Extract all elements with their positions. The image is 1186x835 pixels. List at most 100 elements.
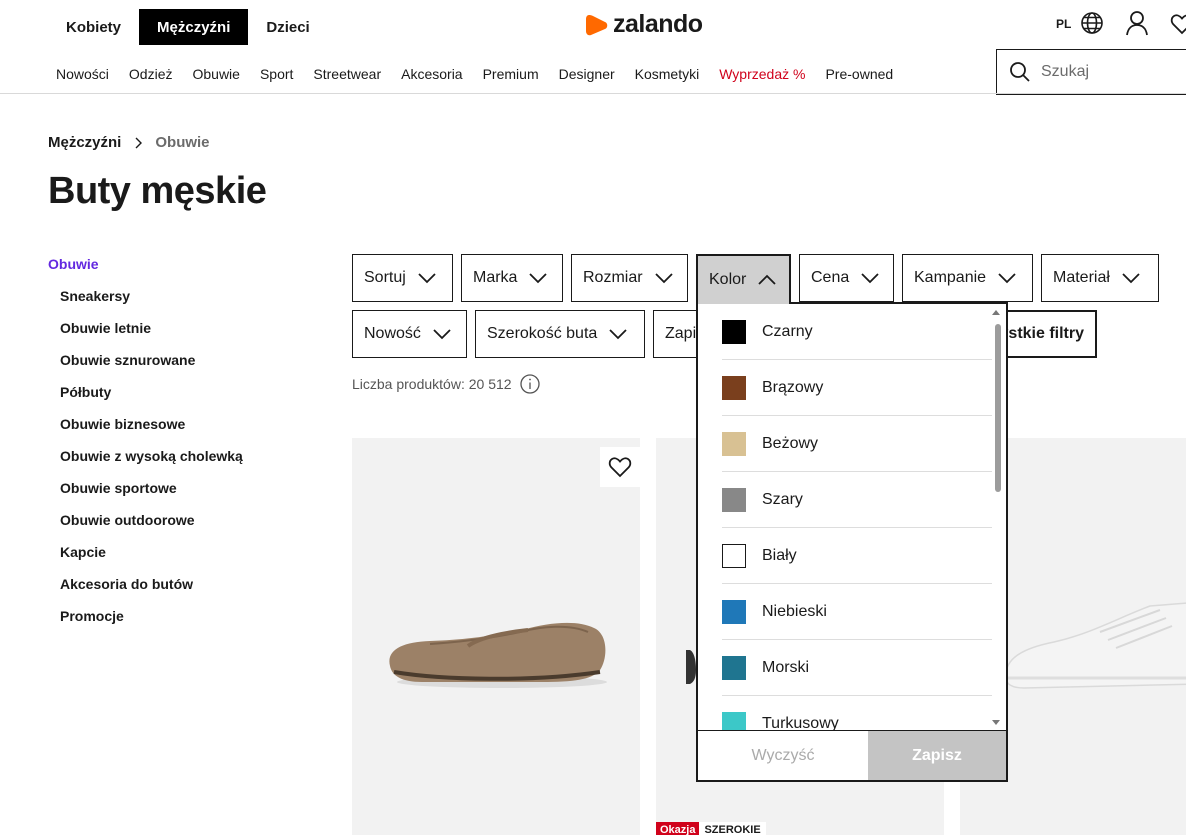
nav-item-premium[interactable]: Premium (483, 66, 539, 82)
language-selector[interactable]: PL (1056, 17, 1071, 31)
chevron-down-icon (418, 273, 436, 284)
color-option-label: Morski (762, 658, 810, 676)
nav-item-designer[interactable]: Designer (559, 66, 615, 82)
filter-size-button[interactable]: Rozmiar (571, 254, 688, 302)
color-swatch (722, 543, 746, 568)
sidebar-item-low-shoes[interactable]: Półbuty (60, 384, 243, 416)
sidebar-heading[interactable]: Obuwie (48, 256, 243, 272)
wishlist-heart-icon[interactable] (1170, 12, 1186, 36)
filter-newness-button[interactable]: Nowość (352, 310, 467, 358)
color-option-blue[interactable]: Niebieski (722, 584, 992, 640)
page-title: Buty męskie (48, 170, 267, 212)
globe-icon[interactable] (1080, 11, 1104, 35)
main-navigation: Nowości Odzież Obuwie Sport Streetwear A… (56, 66, 913, 82)
deal-badge: Okazja (656, 822, 700, 835)
sidebar-item-sneakers[interactable]: Sneakersy (60, 288, 243, 320)
nav-item-accessories[interactable]: Akcesoria (401, 66, 462, 82)
color-option-label: Brązowy (762, 378, 824, 396)
product-count: Liczba produktów: 20 512 (352, 374, 540, 394)
filter-color-button[interactable]: Kolor (696, 254, 791, 304)
filter-shoe-width-button[interactable]: Szerokość buta (475, 310, 645, 358)
wishlist-button[interactable] (600, 447, 640, 487)
filter-price-label: Cena (811, 269, 850, 286)
chevron-down-icon (654, 273, 673, 284)
color-options-list: Czarny Brązowy Beżowy Szary Biały Niebie… (722, 304, 992, 752)
color-option-beige[interactable]: Beżowy (722, 416, 992, 472)
filter-newness-label: Nowość (364, 325, 421, 342)
search-icon[interactable] (1009, 61, 1031, 83)
chevron-down-icon (529, 273, 548, 284)
filter-campaigns-button[interactable]: Kampanie (902, 254, 1033, 302)
search-input[interactable] (1041, 63, 1181, 81)
clear-button[interactable]: Wyczyść (698, 731, 868, 780)
nav-item-streetwear[interactable]: Streetwear (313, 66, 381, 82)
gender-tab-women[interactable]: Kobiety (48, 9, 139, 45)
loafer-shoe-image (389, 622, 607, 688)
filter-campaigns-label: Kampanie (914, 269, 987, 286)
info-icon[interactable] (519, 374, 540, 394)
filter-brand-label: Marka (473, 269, 518, 286)
chevron-down-icon (609, 329, 627, 340)
header-divider (0, 93, 1186, 94)
sidebar-item-summer-shoes[interactable]: Obuwie letnie (60, 320, 243, 352)
chevron-down-icon (1122, 273, 1140, 284)
color-swatch (722, 487, 746, 512)
sidebar-item-outdoor-shoes[interactable]: Obuwie outdoorowe (60, 512, 243, 544)
search-box (996, 49, 1186, 95)
filter-shoe-width-label: Szerokość buta (487, 325, 598, 342)
color-option-navy-teal[interactable]: Morski (722, 640, 992, 696)
dropdown-scrollbar-thumb[interactable] (995, 324, 1001, 492)
filter-sort-button[interactable]: Sortuj (352, 254, 453, 302)
sneaker-shoe-image (1005, 602, 1186, 689)
dropdown-footer: Wyczyść Zapisz (698, 730, 1006, 780)
color-swatch (722, 431, 746, 456)
category-sidebar: Obuwie Sneakersy Obuwie letnie Obuwie sz… (48, 256, 243, 640)
sidebar-item-high-top-shoes[interactable]: Obuwie z wysoką cholewką (60, 448, 243, 480)
heart-icon (608, 457, 632, 478)
nav-item-cosmetics[interactable]: Kosmetyki (635, 66, 700, 82)
filter-brand-button[interactable]: Marka (461, 254, 563, 302)
gender-tab-kids[interactable]: Dzieci (248, 9, 327, 45)
gender-tab-men[interactable]: Mężczyźni (139, 9, 249, 45)
sidebar-item-sport-shoes[interactable]: Obuwie sportowe (60, 480, 243, 512)
color-filter-dropdown: Czarny Brązowy Beżowy Szary Biały Niebie… (696, 302, 1008, 782)
nav-item-new[interactable]: Nowości (56, 66, 109, 82)
scroll-down-arrow-icon[interactable] (992, 720, 1000, 725)
nav-item-clothing[interactable]: Odzież (129, 66, 173, 82)
logo-mark-icon (586, 14, 608, 35)
product-badges: Okazja SZEROKIE (656, 822, 766, 835)
user-icon[interactable] (1125, 10, 1149, 36)
sidebar-item-slippers[interactable]: Kapcie (60, 544, 243, 576)
chevron-right-icon (135, 137, 143, 148)
nav-item-shoes[interactable]: Obuwie (192, 66, 239, 82)
logo-text: zalando (613, 10, 703, 38)
save-button[interactable]: Zapisz (868, 731, 1006, 780)
scroll-up-arrow-icon[interactable] (992, 310, 1000, 315)
color-option-label: Szary (762, 490, 803, 508)
nav-item-sport[interactable]: Sport (260, 66, 293, 82)
wide-badge: SZEROKIE (699, 822, 766, 835)
color-option-label: Niebieski (762, 602, 827, 620)
chevron-up-icon (758, 274, 776, 285)
sidebar-item-promotions[interactable]: Promocje (60, 608, 243, 640)
chevron-down-icon (861, 273, 879, 284)
color-option-black[interactable]: Czarny (722, 304, 992, 360)
sidebar-item-business-shoes[interactable]: Obuwie biznesowe (60, 416, 243, 448)
filter-color-label: Kolor (709, 271, 747, 288)
sidebar-item-shoe-accessories[interactable]: Akcesoria do butów (60, 576, 243, 608)
color-swatch (722, 655, 746, 680)
sidebar-item-lace-up-shoes[interactable]: Obuwie sznurowane (60, 352, 243, 384)
color-swatch (722, 375, 746, 400)
nav-item-pre-owned[interactable]: Pre-owned (825, 66, 893, 82)
filter-partial-label: Zapi (665, 325, 697, 342)
color-option-grey[interactable]: Szary (722, 472, 992, 528)
filter-price-button[interactable]: Cena (799, 254, 894, 302)
nav-item-sale[interactable]: Wyprzedaż % (719, 66, 805, 82)
filter-material-button[interactable]: Materiał (1041, 254, 1159, 302)
breadcrumb-men[interactable]: Mężczyźni (48, 134, 121, 151)
color-option-brown[interactable]: Brązowy (722, 360, 992, 416)
breadcrumb: Mężczyźni Obuwie (48, 134, 210, 151)
product-card[interactable] (352, 438, 640, 835)
color-option-white[interactable]: Biały (722, 528, 992, 584)
zalando-logo[interactable]: zalando (585, 10, 703, 39)
